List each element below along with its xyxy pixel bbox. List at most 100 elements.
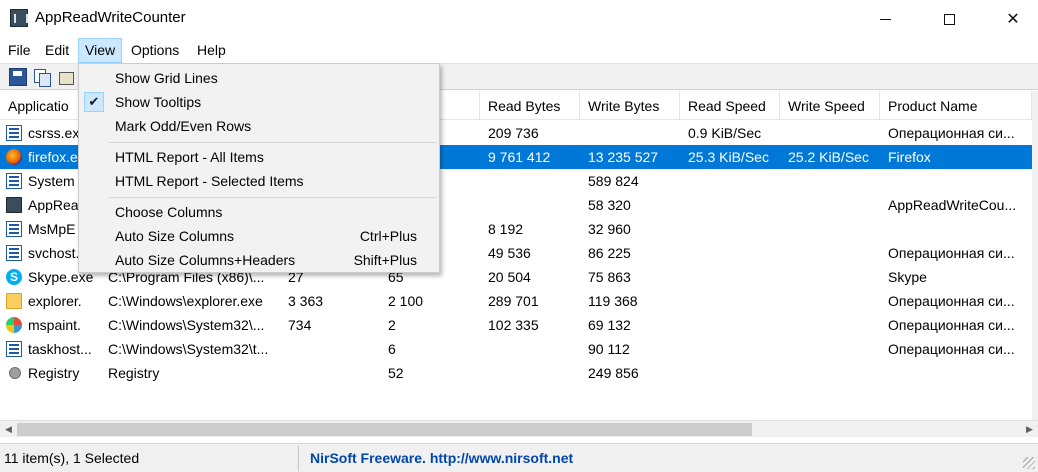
menu-view[interactable]: View <box>78 38 123 63</box>
cell-product-name: Операционная си... <box>888 125 1015 141</box>
cell-write-bytes: 69 132 <box>588 317 631 333</box>
menu-help[interactable]: Help <box>191 38 232 63</box>
maximize-button[interactable] <box>926 0 972 38</box>
save-icon[interactable] <box>9 68 27 86</box>
status-divider <box>298 446 299 471</box>
cell-write-bytes: 589 824 <box>588 173 639 189</box>
cell-read-speed <box>680 169 780 193</box>
cell-product-name <box>880 361 1032 385</box>
menu-item-show-grid-lines[interactable]: Show Grid Lines <box>79 66 439 90</box>
cell-read-speed <box>680 193 780 217</box>
vertical-scrollbar[interactable] <box>1032 91 1038 421</box>
cell-read-count <box>280 361 380 385</box>
menu-item-label: Show Tooltips <box>115 94 202 110</box>
menu-item-choose-columns[interactable]: Choose Columns <box>79 200 439 224</box>
scroll-right-icon[interactable]: ▶ <box>1021 421 1038 438</box>
menu-item-auto-size-columns[interactable]: Auto Size Columns Ctrl+Plus <box>79 224 439 248</box>
cell-write-count: 52 <box>388 365 404 381</box>
menu-item-label: Show Grid Lines <box>115 70 218 86</box>
close-icon: ✕ <box>1006 11 1020 28</box>
status-bar: 11 item(s), 1 Selected NirSoft Freeware.… <box>0 443 1038 472</box>
cell-write-speed <box>780 265 880 289</box>
cell-read-speed <box>680 337 780 361</box>
table-row[interactable]: taskhost... C:\Windows\System32\t... 6 90 1… <box>0 337 1032 361</box>
menu-item-label: HTML Report - All Items <box>115 149 264 165</box>
column-header-write-bytes[interactable]: Write Bytes <box>580 91 680 120</box>
cell-read-speed <box>680 289 780 313</box>
cell-path: C:\Windows\System32\... <box>108 317 265 333</box>
menu-separator <box>109 197 437 198</box>
cell-write-speed <box>780 217 880 241</box>
cell-write-speed <box>780 289 880 313</box>
resize-grip-icon[interactable] <box>1023 457 1035 469</box>
cell-read-bytes: 9 761 412 <box>488 149 551 165</box>
menu-item-auto-size-columns-headers[interactable]: Auto Size Columns+Headers Shift+Plus <box>79 248 439 272</box>
cell-write-speed <box>780 337 880 361</box>
menu-bar: File Edit View Options Help <box>0 38 1038 63</box>
menu-item-label: Auto Size Columns+Headers <box>115 252 296 268</box>
column-header-read-speed[interactable]: Read Speed <box>680 91 780 120</box>
menu-edit[interactable]: Edit <box>39 38 75 63</box>
menu-item-mark-odd-even-rows[interactable]: Mark Odd/Even Rows <box>79 114 439 138</box>
cell-write-bytes: 32 960 <box>588 221 631 237</box>
maximize-icon <box>943 13 955 25</box>
column-header-product-name[interactable]: Product Name <box>880 91 1032 120</box>
cell-write-speed: 25.2 KiB/Sec <box>788 149 869 165</box>
menu-item-label: Choose Columns <box>115 204 223 220</box>
title-bar[interactable]: AppReadWriteCounter ✕ <box>0 0 1038 38</box>
cell-write-speed <box>780 313 880 337</box>
column-header-write-speed[interactable]: Write Speed <box>780 91 880 120</box>
cell-read-speed <box>680 313 780 337</box>
cell-write-count: 2 100 <box>388 293 424 309</box>
horizontal-scrollbar[interactable]: ◀ ▶ <box>0 420 1038 437</box>
properties-icon[interactable] <box>57 68 75 86</box>
cell-read-bytes: 8 192 <box>488 221 524 237</box>
cell-application: explorer. <box>28 293 82 309</box>
cell-write-speed <box>780 193 880 217</box>
cell-read-speed: 25.3 KiB/Sec <box>688 149 769 165</box>
window-title: AppReadWriteCounter <box>35 9 186 26</box>
close-button[interactable]: ✕ <box>990 0 1036 38</box>
cell-product-name: Операционная си... <box>888 293 1015 309</box>
cell-product-name <box>880 217 1032 241</box>
cell-read-count: 734 <box>288 317 312 333</box>
cell-path: C:\Windows\System32\t... <box>108 341 269 357</box>
cell-read-bytes <box>480 169 580 193</box>
table-row[interactable]: explorer. C:\Windows\explorer.exe 3 363 2 1… <box>0 289 1032 313</box>
copy-icon[interactable] <box>33 68 51 87</box>
menu-item-shortcut: Shift+Plus <box>353 252 417 268</box>
cell-product-name <box>880 169 1032 193</box>
cell-write-bytes: 90 112 <box>588 341 630 357</box>
cell-read-speed <box>680 217 780 241</box>
view-menu-dropdown: Show Grid Lines ✔ Show Tooltips Mark Odd… <box>78 63 440 273</box>
cell-write-bytes <box>580 121 680 145</box>
cell-product-name: Операционная си... <box>888 341 1015 357</box>
table-row[interactable]: Registry Registry 52 249 856 <box>0 361 1032 385</box>
scroll-thumb[interactable] <box>17 423 752 436</box>
menu-item-shortcut: Ctrl+Plus <box>359 228 417 244</box>
table-row[interactable]: mspaint. C:\Windows\System32\... 734 2 102 3… <box>0 313 1032 337</box>
column-header-read-bytes[interactable]: Read Bytes <box>480 91 580 120</box>
minimize-button[interactable] <box>862 0 908 38</box>
menu-options[interactable]: Options <box>125 38 185 63</box>
cell-application: taskhost... <box>28 341 92 357</box>
cell-read-bytes: 102 335 <box>488 317 539 333</box>
scroll-left-icon[interactable]: ◀ <box>0 421 17 438</box>
cell-write-bytes: 249 856 <box>588 365 639 381</box>
cell-write-count: 2 <box>388 317 396 333</box>
cell-read-count <box>280 337 380 361</box>
cell-write-bytes: 13 235 527 <box>588 149 659 165</box>
menu-item-label: HTML Report - Selected Items <box>115 173 304 189</box>
nirsoft-link[interactable]: NirSoft Freeware. http://www.nirsoft.net <box>310 450 573 466</box>
menu-item-html-report-all[interactable]: HTML Report - All Items <box>79 145 439 169</box>
cell-read-bytes: 20 504 <box>488 269 531 285</box>
cell-product-name: Операционная си... <box>888 317 1015 333</box>
cell-product-name: Операционная си... <box>888 245 1015 261</box>
cell-product-name: Skype <box>888 269 927 285</box>
cell-write-bytes: 58 320 <box>588 197 631 213</box>
cell-read-speed: 0.9 KiB/Sec <box>688 125 762 141</box>
menu-item-show-tooltips[interactable]: ✔ Show Tooltips <box>79 90 439 114</box>
menu-file[interactable]: File <box>2 38 37 63</box>
cell-write-bytes: 75 863 <box>588 269 631 285</box>
menu-item-html-report-selected[interactable]: HTML Report - Selected Items <box>79 169 439 193</box>
